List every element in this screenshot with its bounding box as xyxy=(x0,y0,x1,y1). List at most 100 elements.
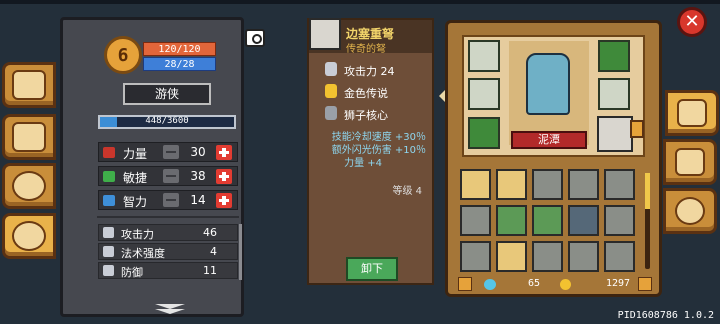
shop-button[interactable] xyxy=(638,277,652,291)
scroll-down-icon[interactable] xyxy=(155,304,185,314)
build-id: PID1608786 1.0.2 xyxy=(617,310,714,321)
inventory-item[interactable] xyxy=(568,169,599,200)
hero-sprite xyxy=(526,53,570,115)
tab-forge[interactable] xyxy=(663,139,717,185)
camera-button[interactable] xyxy=(245,29,265,47)
inventory-item[interactable] xyxy=(604,241,635,272)
slot-weapon-selected[interactable] xyxy=(597,116,633,152)
stat-plus-button[interactable] xyxy=(216,193,232,208)
helmet-icon xyxy=(12,221,46,251)
sword-icon xyxy=(325,62,337,76)
stat-plus-button[interactable] xyxy=(216,145,232,160)
slot-necklace[interactable] xyxy=(468,40,500,72)
equipment-panel: 泥潭 65 1297 xyxy=(445,20,662,297)
tab-inventory[interactable] xyxy=(2,114,56,160)
coin-icon xyxy=(560,279,571,290)
stat-row: 敏捷 38 xyxy=(98,166,238,186)
alert-icon xyxy=(630,120,644,138)
character-panel: 6 120/120 28/28 游侠 448/3600 力量 30 敏捷 38 … xyxy=(60,17,265,317)
substat-row: 防御 11 xyxy=(98,262,238,279)
hammer-icon xyxy=(675,148,705,176)
tooltip-line: 金色传说 xyxy=(322,82,427,102)
substat-name: 法术强度 xyxy=(121,247,165,260)
feather-icon xyxy=(103,171,115,182)
stat-name: 力量 xyxy=(123,147,148,161)
lock-icon[interactable] xyxy=(458,277,472,291)
inventory-grid xyxy=(460,169,642,275)
scroll-thumb[interactable] xyxy=(645,173,650,209)
substat-row: 攻击力 46 xyxy=(98,224,238,241)
lion-core-icon xyxy=(325,106,337,120)
chest-icon xyxy=(12,122,46,152)
inventory-item[interactable] xyxy=(532,241,563,272)
tab-codex[interactable] xyxy=(2,62,56,108)
hero-name: 泥潭 xyxy=(511,131,587,149)
tooltip-line: 攻击力 24 xyxy=(322,60,427,80)
tab-pets[interactable] xyxy=(2,163,56,209)
inventory-item[interactable] xyxy=(604,169,635,200)
hp-bar: 120/120 xyxy=(143,42,216,56)
stat-value: 14 xyxy=(190,193,206,207)
xp-bar: 448/3600 xyxy=(98,115,236,129)
gold-flame-icon xyxy=(325,84,337,98)
paw-icon xyxy=(12,171,46,201)
inventory-item[interactable] xyxy=(496,205,527,236)
book-icon xyxy=(103,195,115,206)
tooltip-bonus: 力量 +4 xyxy=(344,158,382,169)
inventory-item[interactable] xyxy=(532,205,563,236)
inventory-item[interactable] xyxy=(568,241,599,272)
inventory-item[interactable] xyxy=(604,205,635,236)
substat-value: 4 xyxy=(210,245,217,258)
stat-name: 敏捷 xyxy=(123,171,148,185)
shield-icon xyxy=(103,265,114,276)
tooltip-line-text: 攻击力 24 xyxy=(344,65,395,78)
tab-settings[interactable] xyxy=(663,188,717,234)
inventory-item[interactable] xyxy=(460,241,491,272)
xp-text: 448/3600 xyxy=(145,116,189,126)
inventory-item[interactable] xyxy=(532,169,563,200)
stat-minus-button[interactable] xyxy=(163,193,179,207)
substat-value: 46 xyxy=(203,226,217,239)
slot-armor[interactable] xyxy=(598,78,630,110)
inventory-item[interactable] xyxy=(496,241,527,272)
currency-bar: 65 1297 xyxy=(458,277,652,293)
item-rarity: 传奇的弩 xyxy=(346,44,386,55)
gear-icon xyxy=(675,197,705,225)
inventory-scrollbar[interactable] xyxy=(645,173,650,269)
sword-icon xyxy=(103,227,114,238)
helmet-icon xyxy=(677,99,707,127)
inventory-item[interactable] xyxy=(460,169,491,200)
gem-count: 65 xyxy=(528,278,541,289)
slot-helmet[interactable] xyxy=(598,40,630,72)
mp-bar: 28/28 xyxy=(143,57,216,71)
stat-row: 力量 30 xyxy=(98,142,238,162)
level-badge: 6 xyxy=(104,36,142,74)
item-level: 等级 4 xyxy=(392,186,422,197)
book-icon xyxy=(12,70,46,100)
stat-minus-button[interactable] xyxy=(163,145,179,159)
item-tooltip: 边塞重弩 传奇的弩 攻击力 24 金色传说 狮子核心 技能冷却速度 +30％ 额… xyxy=(307,18,434,285)
inventory-item[interactable] xyxy=(496,169,527,200)
substat-scrollbar[interactable] xyxy=(239,224,242,280)
coin-count: 1297 xyxy=(606,278,631,289)
class-name: 游侠 xyxy=(123,83,211,105)
tooltip-line: 狮子核心 xyxy=(322,104,427,124)
stat-name: 智力 xyxy=(123,195,148,209)
substat-name: 防御 xyxy=(121,266,143,279)
close-button[interactable]: ✕ xyxy=(677,7,707,37)
slot-boots[interactable] xyxy=(468,117,500,149)
unequip-button[interactable]: 卸下 xyxy=(346,257,398,281)
tab-character[interactable] xyxy=(2,213,56,259)
tab-equipment[interactable] xyxy=(665,90,719,136)
wand-icon xyxy=(103,246,114,257)
inventory-item[interactable] xyxy=(460,205,491,236)
inventory-item[interactable] xyxy=(568,205,599,236)
divider xyxy=(97,216,239,218)
stat-plus-button[interactable] xyxy=(216,169,232,184)
substat-row: 法术强度 4 xyxy=(98,243,238,260)
tooltip-line-text: 金色传说 xyxy=(344,87,388,100)
stat-value: 30 xyxy=(190,145,206,159)
stat-minus-button[interactable] xyxy=(163,169,179,183)
stat-row: 智力 14 xyxy=(98,190,238,210)
slot-ring[interactable] xyxy=(468,78,500,110)
